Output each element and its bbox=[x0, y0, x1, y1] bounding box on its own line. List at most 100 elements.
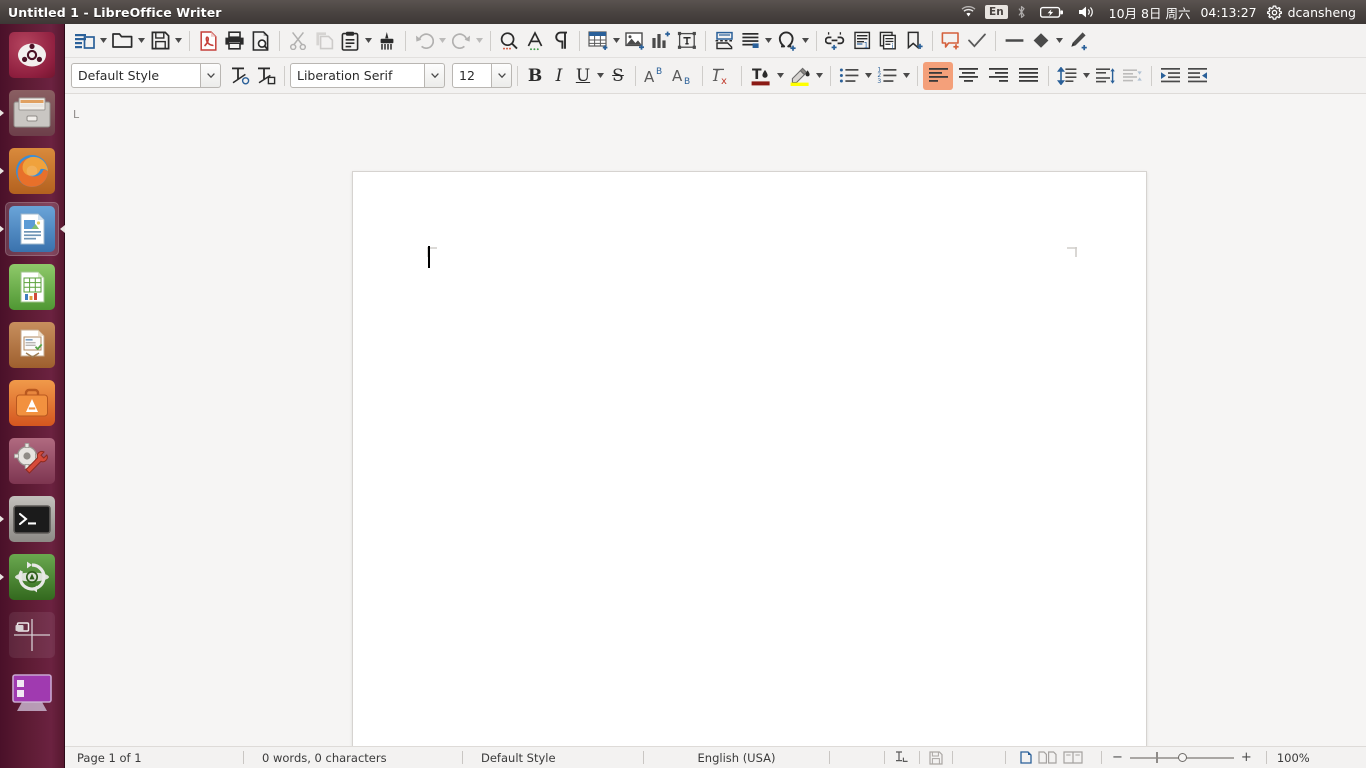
unordered-list-dropdown-arrow[interactable] bbox=[863, 62, 874, 90]
font-name-dropdown-arrow[interactable] bbox=[425, 63, 445, 88]
libreoffice-impress-icon[interactable] bbox=[5, 318, 59, 372]
italic-button[interactable]: I bbox=[547, 62, 571, 90]
align-right-button[interactable] bbox=[983, 62, 1013, 90]
special-character-dropdown-arrow[interactable] bbox=[800, 27, 811, 55]
libreoffice-writer-icon[interactable] bbox=[5, 202, 59, 256]
export-pdf-button[interactable] bbox=[195, 27, 221, 55]
single-page-view-button[interactable] bbox=[1020, 751, 1032, 764]
insert-field-dropdown-arrow[interactable] bbox=[763, 27, 774, 55]
font-size-dropdown-arrow[interactable] bbox=[492, 63, 512, 88]
superscript-button[interactable]: A B bbox=[641, 62, 669, 90]
page-break-button[interactable] bbox=[711, 27, 737, 55]
bold-button[interactable]: B bbox=[523, 62, 547, 90]
print-preview-button[interactable] bbox=[248, 27, 274, 55]
copy-button[interactable] bbox=[311, 27, 337, 55]
document-canvas[interactable] bbox=[65, 118, 1319, 768]
wifi-icon[interactable] bbox=[954, 0, 983, 24]
keyboard-layout-indicator[interactable]: En bbox=[983, 0, 1010, 24]
insert-image-button[interactable] bbox=[622, 27, 648, 55]
align-justified-button[interactable] bbox=[1013, 62, 1043, 90]
insert-field-button[interactable] bbox=[737, 27, 763, 55]
volume-icon[interactable] bbox=[1071, 0, 1103, 24]
new-style-button[interactable] bbox=[253, 62, 279, 90]
battery-icon[interactable] bbox=[1033, 0, 1071, 24]
terminal-icon[interactable] bbox=[5, 492, 59, 546]
font-size-value[interactable]: 12 bbox=[452, 63, 492, 88]
unordered-list-button[interactable] bbox=[836, 62, 863, 90]
insert-text-box-button[interactable] bbox=[674, 27, 700, 55]
bluetooth-icon[interactable] bbox=[1010, 0, 1033, 24]
document-text-area[interactable] bbox=[429, 249, 1066, 768]
zoom-in-button[interactable]: + bbox=[1234, 750, 1252, 765]
status-signature-slot[interactable] bbox=[953, 747, 1005, 768]
line-spacing-dropdown-arrow[interactable] bbox=[1081, 62, 1092, 90]
libreoffice-calc-icon[interactable] bbox=[5, 260, 59, 314]
new-document-button[interactable] bbox=[71, 27, 98, 55]
session-user-name[interactable]: dcansheng bbox=[1286, 0, 1360, 24]
highlighting-color-button[interactable] bbox=[786, 62, 814, 90]
insert-hyperlink-button[interactable] bbox=[822, 27, 849, 55]
subscript-button[interactable]: A B bbox=[669, 62, 697, 90]
basic-shapes-dropdown-arrow[interactable] bbox=[1054, 27, 1065, 55]
zoom-level-value[interactable]: 100% bbox=[1267, 747, 1318, 768]
save-dropdown-arrow[interactable] bbox=[173, 27, 184, 55]
zoom-slider-control[interactable]: − + bbox=[1102, 747, 1260, 768]
increase-paragraph-spacing-button[interactable] bbox=[1092, 62, 1119, 90]
files-icon[interactable] bbox=[5, 86, 59, 140]
ordered-list-dropdown-arrow[interactable] bbox=[901, 62, 912, 90]
new-document-dropdown-arrow[interactable] bbox=[98, 27, 109, 55]
show-draw-functions-button[interactable] bbox=[1065, 27, 1092, 55]
paste-dropdown-arrow[interactable] bbox=[363, 27, 374, 55]
insert-table-dropdown-arrow[interactable] bbox=[611, 27, 622, 55]
text-insert-mode-icon[interactable] bbox=[885, 747, 919, 768]
basic-shapes-button[interactable] bbox=[1028, 27, 1054, 55]
paragraph-style-dropdown-arrow[interactable] bbox=[201, 63, 221, 88]
insert-footnote-button[interactable]: 1 bbox=[849, 27, 875, 55]
update-style-button[interactable] bbox=[227, 62, 253, 90]
spelling-button[interactable] bbox=[522, 27, 548, 55]
underline-button[interactable]: U bbox=[571, 62, 595, 90]
formatting-marks-button[interactable] bbox=[548, 27, 574, 55]
track-changes-button[interactable] bbox=[964, 27, 990, 55]
document-page[interactable] bbox=[352, 171, 1147, 768]
paste-button[interactable] bbox=[337, 27, 363, 55]
underline-dropdown-arrow[interactable] bbox=[595, 62, 606, 90]
line-spacing-button[interactable] bbox=[1054, 62, 1081, 90]
paragraph-style-value[interactable]: Default Style bbox=[71, 63, 201, 88]
book-view-button[interactable] bbox=[1063, 751, 1083, 764]
ubuntu-software-icon[interactable] bbox=[5, 376, 59, 430]
open-button[interactable] bbox=[109, 27, 136, 55]
font-size-combo[interactable]: 12 bbox=[452, 63, 512, 88]
software-updater-icon[interactable] bbox=[5, 550, 59, 604]
status-page-count[interactable]: Page 1 of 1 bbox=[65, 747, 243, 768]
special-character-button[interactable] bbox=[774, 27, 800, 55]
decrease-indent-button[interactable] bbox=[1184, 62, 1211, 90]
align-center-button[interactable] bbox=[953, 62, 983, 90]
font-color-dropdown-arrow[interactable] bbox=[775, 62, 786, 90]
print-button[interactable] bbox=[221, 27, 248, 55]
insert-line-button[interactable] bbox=[1001, 27, 1028, 55]
open-dropdown-arrow[interactable] bbox=[136, 27, 147, 55]
paragraph-style-combo[interactable]: Default Style bbox=[71, 63, 221, 88]
insert-endnote-button[interactable]: i bbox=[875, 27, 901, 55]
undo-button[interactable] bbox=[411, 27, 437, 55]
font-color-button[interactable]: T bbox=[747, 62, 775, 90]
redo-dropdown-arrow[interactable] bbox=[474, 27, 485, 55]
font-name-value[interactable]: Liberation Serif bbox=[290, 63, 425, 88]
clock-time[interactable]: 04:13:27 bbox=[1196, 0, 1260, 24]
zoom-out-button[interactable]: − bbox=[1112, 750, 1130, 765]
font-name-combo[interactable]: Liberation Serif bbox=[290, 63, 445, 88]
status-page-style[interactable]: Default Style bbox=[463, 747, 643, 768]
align-left-button[interactable] bbox=[923, 61, 953, 90]
strikethrough-button[interactable]: S bbox=[606, 62, 630, 90]
find-replace-button[interactable] bbox=[496, 27, 522, 55]
status-language[interactable]: English (USA) bbox=[644, 747, 829, 768]
workspace-switcher-icon[interactable] bbox=[5, 608, 59, 662]
ubuntu-dash-icon[interactable] bbox=[5, 28, 59, 82]
cut-button[interactable] bbox=[285, 27, 311, 55]
multi-page-view-button[interactable] bbox=[1038, 751, 1057, 764]
status-word-count[interactable]: 0 words, 0 characters bbox=[244, 747, 462, 768]
save-button[interactable] bbox=[147, 27, 173, 55]
clone-formatting-button[interactable] bbox=[374, 27, 400, 55]
highlighting-color-dropdown-arrow[interactable] bbox=[814, 62, 825, 90]
